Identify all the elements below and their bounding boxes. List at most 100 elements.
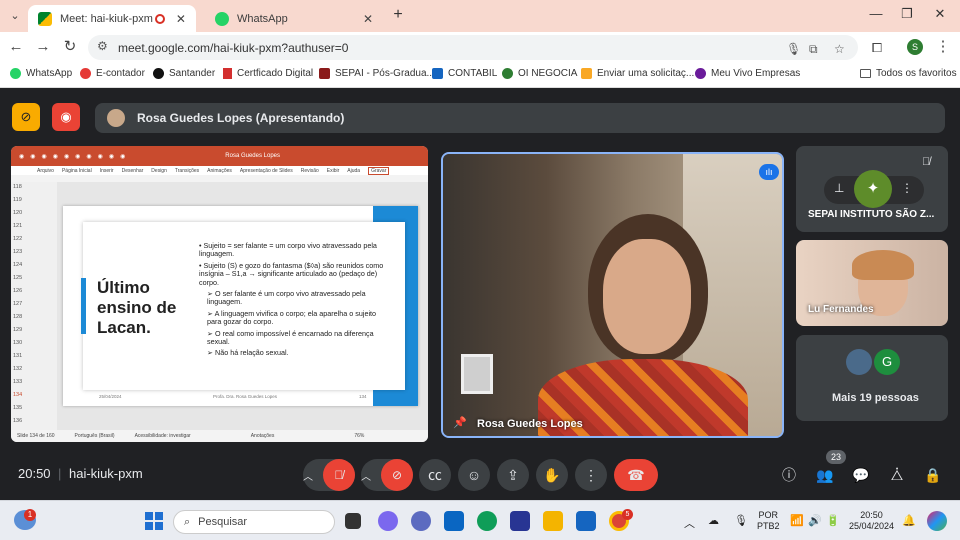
ppt-menu-item[interactable]: Revisão (301, 168, 319, 174)
bookmark-vivo[interactable]: Meu Vivo Empresas (695, 68, 800, 79)
teams-icon[interactable] (411, 511, 431, 531)
ppt-menu-item[interactable]: Desenhar (122, 168, 144, 174)
ppt-record-button[interactable]: Gravar (368, 166, 390, 175)
pin-icon[interactable]: 📌 (453, 416, 467, 429)
camera-off-icon[interactable]: ⊘ (381, 459, 413, 491)
slide-number[interactable]: 131 (13, 353, 22, 359)
slide-number[interactable]: 133 (13, 379, 22, 385)
slide-number[interactable]: 128 (13, 314, 22, 320)
pin-icon[interactable]: ⊥ (834, 181, 844, 195)
ppt-status-zoom[interactable]: 76% (354, 433, 364, 439)
bookmark-oi-negocia[interactable]: OI NEGOCIA (502, 68, 577, 79)
slide-number[interactable]: 136 (13, 418, 22, 424)
bookmark-whatsapp[interactable]: WhatsApp (10, 68, 72, 79)
captions-icon[interactable]: ㏄ (419, 459, 451, 491)
activities-icon[interactable]: ⧊ (885, 463, 909, 487)
close-tab-icon[interactable]: ✕ (168, 12, 186, 26)
slide-number[interactable]: 118 (13, 184, 22, 190)
mic-control[interactable]: ︿ 🎙̸ (303, 459, 355, 491)
copilot-tray-icon[interactable] (927, 511, 947, 531)
back-icon[interactable]: ← (7, 38, 25, 56)
ppt-status-accessibility[interactable]: Acessibilidade: investigar (135, 433, 191, 439)
minimize-button[interactable]: — (862, 6, 890, 21)
cloud-icon[interactable]: ☁ (708, 514, 719, 527)
ppt-menu-item[interactable]: Design (151, 168, 167, 174)
info-icon[interactable]: ⓘ (777, 463, 801, 487)
taskbar-search[interactable]: ⌕ Pesquisar (173, 510, 335, 534)
chat-icon[interactable]: 💬 (849, 463, 873, 487)
slide-number[interactable]: 124 (13, 262, 22, 268)
volume-icon[interactable]: 🔊 (808, 514, 822, 527)
windows-start-icon[interactable] (145, 512, 163, 530)
chevron-up-icon[interactable]: ︿ (303, 468, 323, 483)
slide-number[interactable]: 135 (13, 405, 22, 411)
file-explorer-icon[interactable] (543, 511, 563, 531)
maximize-button[interactable]: ❐ (893, 6, 921, 22)
ppt-menu-item[interactable]: Transições (175, 168, 199, 174)
battery-icon[interactable]: 🔋 (826, 514, 840, 527)
bookmark-certificado[interactable]: Certficado Digital (223, 68, 313, 79)
tray-chevron-icon[interactable]: ︿ (684, 515, 695, 531)
close-window-button[interactable]: ✕ (926, 6, 954, 22)
forward-icon[interactable]: → (34, 38, 52, 56)
open-in-icon[interactable]: ⧉ (809, 42, 818, 57)
slide-number[interactable]: 119 (13, 197, 22, 203)
address-bar[interactable]: ⚙ meet.google.com/hai-kiuk-pxm?authuser=… (88, 35, 858, 60)
slide-number-current[interactable]: 134 (13, 392, 22, 398)
slide-number[interactable]: 123 (13, 249, 22, 255)
raise-hand-icon[interactable]: ✋ (536, 459, 568, 491)
ppt-status-notes[interactable]: Anotações (251, 433, 275, 439)
stop-presenting-icon[interactable]: ⊘ (12, 103, 40, 131)
tab-search-chevron-icon[interactable]: ⌄ (6, 7, 24, 25)
edge-icon[interactable] (477, 511, 497, 531)
wifi-icon[interactable]: 📶 (790, 514, 804, 527)
participant-tile-sepai[interactable]: 🎙̸ ⊥ ✦ ⋮ SEPAI INSTITUTO SÃO Z... (796, 146, 948, 232)
site-info-icon[interactable]: ⚙ (97, 39, 108, 53)
slide-number[interactable]: 127 (13, 301, 22, 307)
store-icon[interactable] (510, 511, 530, 531)
slide-number[interactable]: 122 (13, 236, 22, 242)
recording-icon[interactable]: ◉ (52, 103, 80, 131)
emoji-icon[interactable]: ☺ (458, 459, 490, 491)
leave-call-icon[interactable]: ☎ (614, 459, 658, 491)
extensions-icon[interactable]: ⧠ (868, 39, 886, 57)
slide-number[interactable]: 129 (13, 327, 22, 333)
slide-number[interactable]: 120 (13, 210, 22, 216)
ppt-menu-item[interactable]: Arquivo (37, 168, 54, 174)
bookmark-econtador[interactable]: E-contador (80, 68, 145, 79)
more-people-tile[interactable]: G Mais 19 pessoas (796, 335, 948, 421)
speaker-tile[interactable]: ılı 📌 Rosa Guedes Lopes (441, 152, 784, 438)
people-icon[interactable]: 👥 (813, 463, 837, 487)
bookmark-contabil[interactable]: CONTABIL (432, 68, 497, 79)
chevron-up-icon[interactable]: ︿ (361, 468, 381, 483)
task-view-icon[interactable] (345, 513, 361, 529)
ppt-menu-item[interactable]: Página Inicial (62, 168, 92, 174)
copilot-icon[interactable] (378, 511, 398, 531)
participant-tile-lu[interactable]: Lu Fernandes (796, 240, 948, 326)
notifications-icon[interactable]: 🔔 (902, 514, 916, 527)
clock[interactable]: 20:50 25/04/2024 (849, 510, 894, 532)
more-options-icon[interactable]: ⋮ (901, 181, 913, 195)
ppt-menu-item[interactable]: Animações (207, 168, 232, 174)
slide-number[interactable]: 132 (13, 366, 22, 372)
mic-off-icon[interactable]: 🎙̸ (323, 459, 355, 491)
more-options-icon[interactable]: ⋮ (575, 459, 607, 491)
slide-number[interactable]: 121 (13, 223, 22, 229)
present-screen-icon[interactable]: ⇪ (497, 459, 529, 491)
slide-number[interactable]: 125 (13, 275, 22, 281)
bookmark-santander[interactable]: Santander (153, 68, 215, 79)
ppt-menu-item[interactable]: Ajuda (347, 168, 360, 174)
host-controls-icon[interactable]: 🔒 (921, 463, 945, 487)
ppt-menu-item[interactable]: Apresentação de Slides (240, 168, 293, 174)
profile-avatar[interactable]: S (907, 39, 923, 55)
ppt-menu-item[interactable]: Inserir (100, 168, 114, 174)
microphone-icon[interactable]: 🎙 (734, 514, 748, 527)
reload-icon[interactable]: ↻ (61, 38, 79, 56)
camera-control[interactable]: ︿ ⊘ (361, 459, 413, 491)
outlook-icon[interactable] (444, 511, 464, 531)
tab-meet[interactable]: Meet: hai-kiuk-pxm ✕ (28, 5, 196, 32)
all-favorites[interactable]: Todos os favoritos (860, 68, 957, 79)
bookmark-star-icon[interactable]: ☆ (834, 42, 845, 56)
ppt-menu-item[interactable]: Exibir (327, 168, 340, 174)
new-tab-button[interactable]: + (384, 6, 412, 24)
